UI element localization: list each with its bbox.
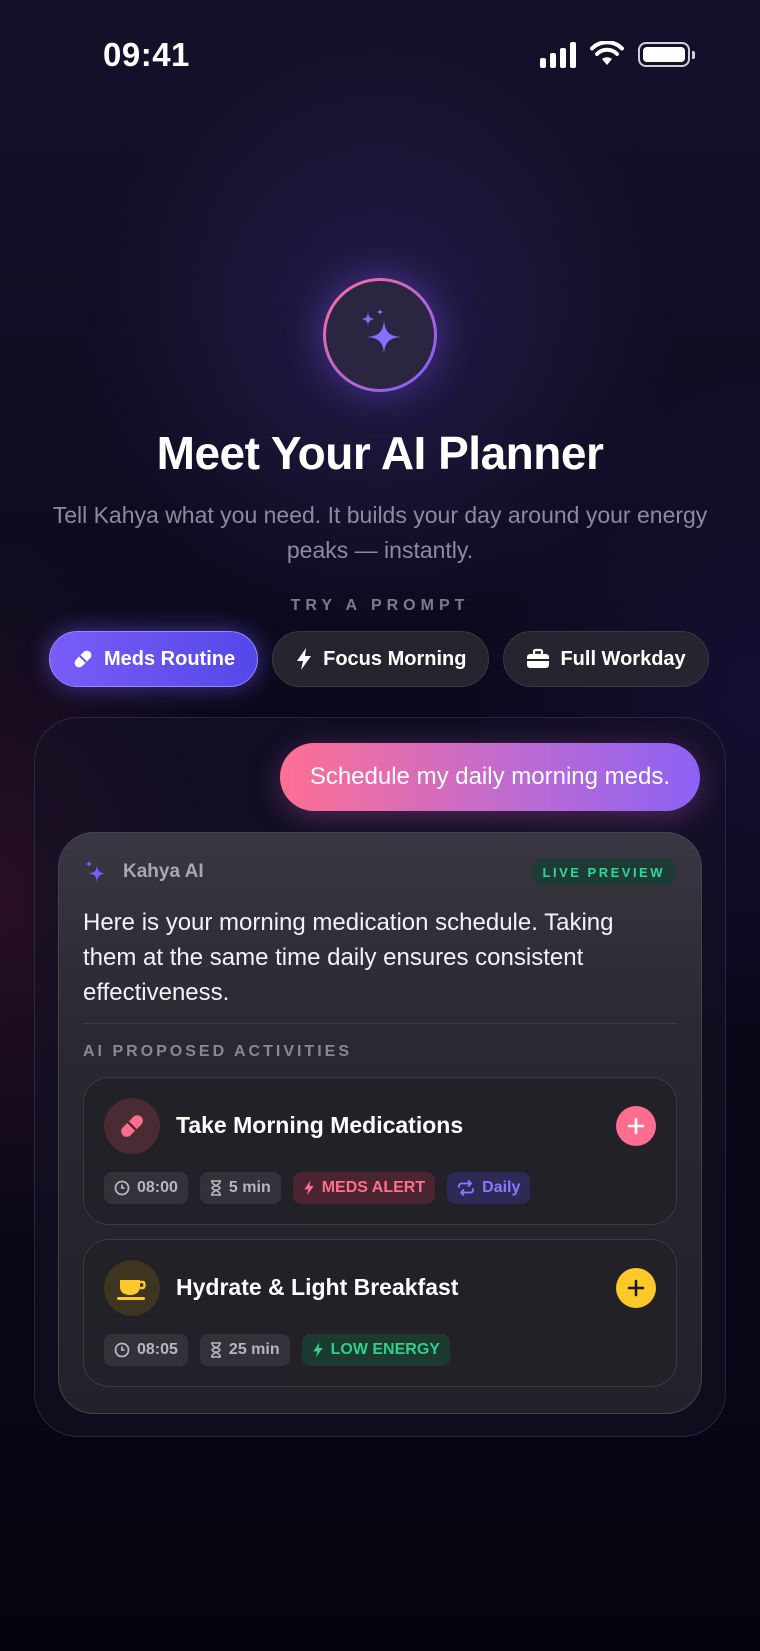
clock-icon bbox=[114, 1180, 130, 1196]
hourglass-icon bbox=[210, 1180, 221, 1196]
page-title: Meet Your AI Planner bbox=[156, 427, 604, 479]
prompt-chip-meds-routine[interactable]: Meds Routine bbox=[49, 631, 259, 687]
divider bbox=[83, 1023, 677, 1024]
status-icons bbox=[540, 40, 695, 68]
pill-icon bbox=[74, 650, 92, 668]
cellular-signal-icon bbox=[540, 40, 576, 68]
repeat-tag: Daily bbox=[447, 1172, 531, 1204]
sparkle-icon bbox=[85, 860, 106, 883]
page-subtitle: Tell Kahya what you need. It builds your… bbox=[52, 502, 708, 563]
activity-tags: 08:05 25 min LOW ENERGY bbox=[104, 1334, 450, 1366]
duration-tag: 25 min bbox=[199, 1334, 290, 1366]
time-value: 08:00 bbox=[137, 1179, 178, 1196]
prompt-chip-label: Full Workday bbox=[560, 647, 686, 670]
energy-tag-label: MEDS ALERT bbox=[321, 1179, 426, 1196]
prompt-chip-focus-morning[interactable]: Focus Morning bbox=[272, 631, 490, 687]
prompt-chip-full-workday[interactable]: Full Workday bbox=[503, 631, 709, 687]
bolt-icon bbox=[312, 1342, 323, 1358]
battery-icon bbox=[638, 41, 695, 67]
pill-icon bbox=[104, 1098, 160, 1154]
user-message-bubble: Schedule my daily morning meds. bbox=[279, 743, 700, 811]
energy-tag-label: LOW ENERGY bbox=[330, 1341, 440, 1358]
time-value: 08:05 bbox=[137, 1341, 178, 1358]
wifi-icon bbox=[590, 41, 624, 65]
duration-value: 5 min bbox=[228, 1179, 271, 1196]
prompt-chip-label: Focus Morning bbox=[323, 647, 467, 670]
status-time: 09:41 bbox=[103, 36, 190, 73]
activity-tags: 08:00 5 min MEDS ALERT Daily bbox=[104, 1172, 531, 1204]
ai-header: Kahya AI LIVE PREVIEW bbox=[83, 857, 677, 887]
user-message-text: Schedule my daily morning meds. bbox=[309, 763, 670, 790]
duration-value: 25 min bbox=[228, 1341, 280, 1358]
time-tag: 08:00 bbox=[104, 1172, 188, 1204]
activity-title: Hydrate & Light Breakfast bbox=[176, 1274, 459, 1300]
ai-name: Kahya AI bbox=[123, 861, 204, 882]
energy-tag: MEDS ALERT bbox=[292, 1172, 436, 1204]
time-tag: 08:05 bbox=[104, 1334, 188, 1366]
add-activity-button[interactable] bbox=[616, 1106, 656, 1146]
cup-icon bbox=[104, 1260, 160, 1316]
section-label: AI PROPOSED ACTIVITIES bbox=[83, 1043, 352, 1060]
activity-title: Take Morning Medications bbox=[176, 1112, 464, 1138]
sparkle-hero-icon bbox=[323, 278, 437, 392]
bolt-icon bbox=[297, 648, 312, 670]
plus-icon bbox=[627, 1117, 645, 1135]
duration-tag: 5 min bbox=[199, 1172, 281, 1204]
clock-icon bbox=[114, 1342, 130, 1358]
prompt-chips: Meds Routine Focus Morning Full Workday bbox=[49, 631, 709, 687]
ai-response-card: Kahya AI LIVE PREVIEW Here is your morni… bbox=[58, 832, 702, 1414]
hourglass-icon bbox=[210, 1342, 221, 1358]
briefcase-icon bbox=[527, 648, 550, 668]
activity-card-medications: Take Morning Medications 08:00 5 min MED… bbox=[83, 1077, 677, 1225]
status-bar: 09:41 bbox=[0, 0, 760, 110]
repeat-icon bbox=[458, 1180, 475, 1196]
repeat-value: Daily bbox=[482, 1179, 521, 1196]
try-prompt-label: TRY A PROMPT bbox=[290, 597, 470, 614]
plus-icon bbox=[627, 1279, 645, 1297]
bolt-icon bbox=[304, 1180, 314, 1196]
prompt-chip-label: Meds Routine bbox=[104, 647, 236, 670]
add-activity-button[interactable] bbox=[616, 1268, 656, 1308]
energy-tag: LOW ENERGY bbox=[301, 1334, 450, 1366]
live-preview-badge: LIVE PREVIEW bbox=[530, 858, 677, 886]
ai-message: Here is your morning medication schedule… bbox=[83, 909, 614, 1006]
activity-card-breakfast: Hydrate & Light Breakfast 08:05 25 min L… bbox=[83, 1239, 677, 1387]
